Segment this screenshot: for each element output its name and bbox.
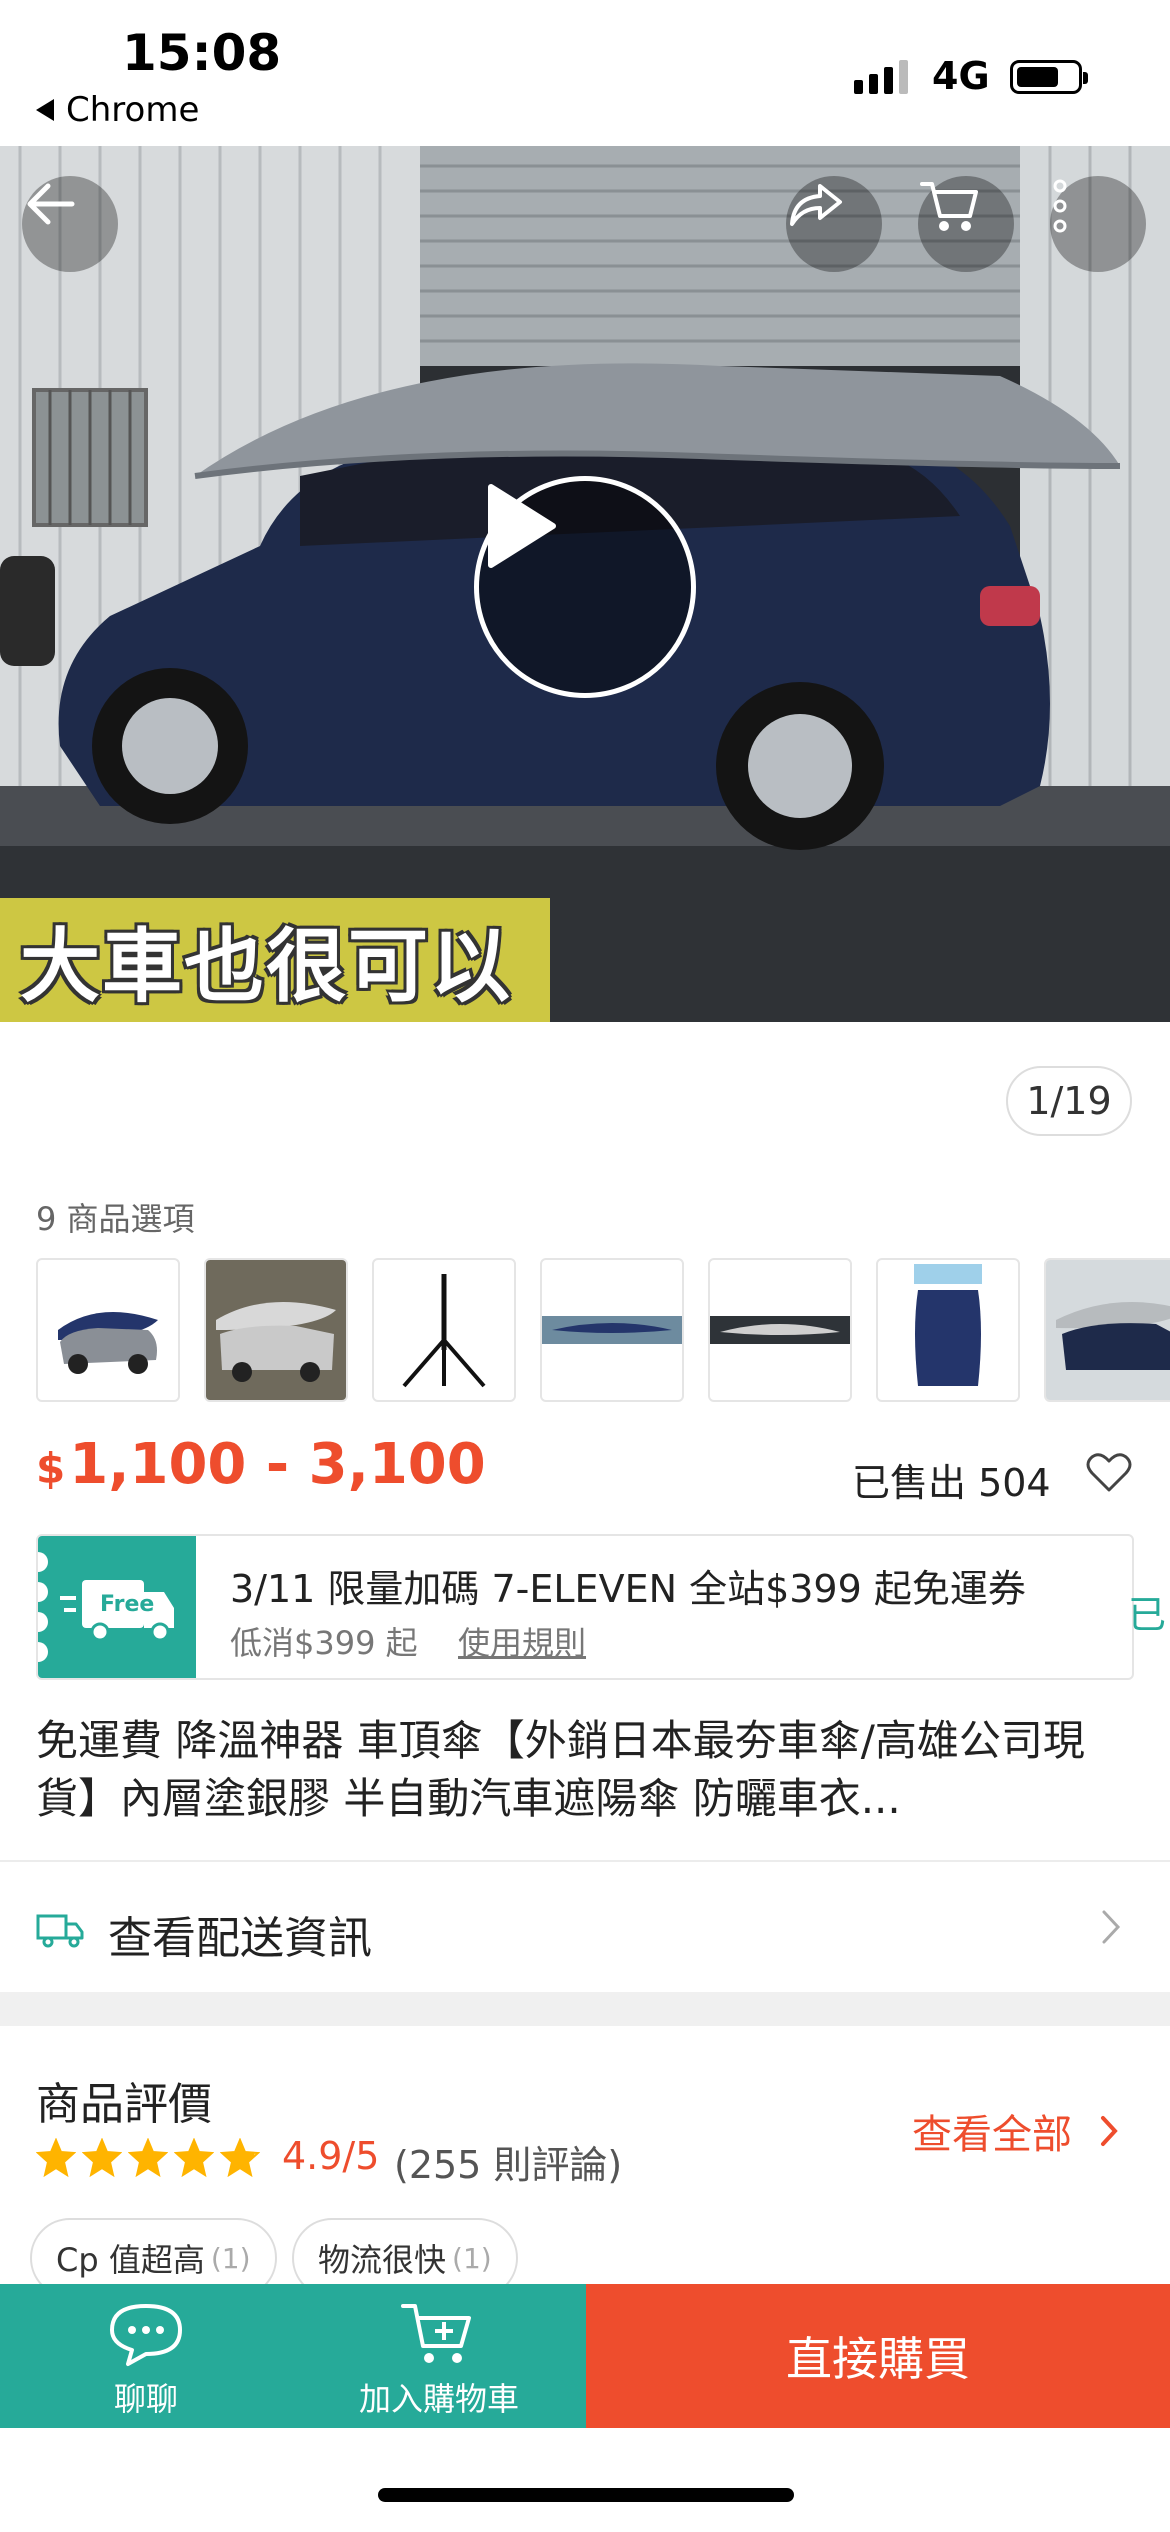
signal-icon — [854, 58, 908, 94]
star-icon — [82, 2138, 122, 2178]
price-range: $ 1,100 - 3,100 — [36, 1432, 486, 1497]
star-icon — [220, 2138, 260, 2178]
video-caption: 大車也很可以 — [0, 898, 550, 1022]
share-icon — [790, 184, 842, 226]
variant-image — [402, 1274, 486, 1388]
back-triangle-icon — [36, 99, 54, 121]
product-media[interactable]: 大車也很可以 — [0, 146, 1170, 1022]
voucher-badge: Free — [38, 1536, 196, 1678]
like-button[interactable] — [1086, 1452, 1132, 1498]
variant-image — [710, 1316, 850, 1344]
shipping-info-row[interactable]: 查看配送資訊 — [0, 1862, 1170, 1992]
variant-image — [542, 1316, 682, 1344]
add-to-cart-label: 加入購物車 — [358, 2380, 519, 2418]
caption-text: 大車也很可以 — [20, 920, 512, 1013]
chat-button[interactable]: 聊聊 — [0, 2284, 292, 2428]
see-all-reviews-link[interactable]: 查看全部 — [912, 2102, 1118, 2160]
status-time: 15:08 — [122, 24, 282, 82]
share-button[interactable] — [786, 176, 882, 272]
add-cart-icon — [401, 2304, 471, 2363]
review-tag-count: (1) — [452, 2241, 492, 2275]
review-tag-count: (1) — [210, 2241, 251, 2275]
variant-image — [1046, 1260, 1170, 1400]
shipping-info-label: 查看配送資訊 — [108, 1913, 372, 1964]
voucher-title: 3/11 限量加碼 7-ELEVEN 全站$399 起免運券 — [230, 1567, 1026, 1611]
back-to-app-link[interactable]: Chrome — [36, 90, 199, 130]
chat-label: 聊聊 — [113, 2380, 178, 2418]
add-to-cart-button[interactable]: 加入購物車 — [292, 2284, 586, 2428]
variant-image — [914, 1264, 982, 1386]
cart-button[interactable] — [918, 176, 1014, 272]
back-arrow-icon — [27, 183, 75, 225]
back-button[interactable] — [22, 176, 118, 272]
price-currency: $ — [36, 1444, 66, 1493]
rating-count: (255 則評論) — [394, 2143, 623, 2187]
section-separator — [0, 1992, 1170, 2026]
rating-score: 4.9/5 — [282, 2134, 380, 2178]
battery-icon — [1010, 60, 1088, 94]
ratings-title: 商品評價 — [36, 2079, 212, 2130]
voucher-badge-text: Free — [100, 1592, 155, 1617]
chevron-right-icon — [1101, 2116, 1118, 2146]
chevron-right-icon — [1102, 1910, 1121, 1944]
product-title: 免運費 降溫神器 車頂傘【外銷日本最夯車傘/高雄公司現貨】內層塗銀膠 半自動汽車… — [36, 1716, 1085, 1823]
status-bar: 15:08 Chrome 4G — [0, 0, 1170, 146]
variant-thumbnail[interactable] — [204, 1258, 348, 1402]
bottom-action-bar: 聊聊 加入購物車 直接購買 — [0, 2284, 1170, 2428]
variant-thumbnails — [36, 1258, 1170, 1402]
variant-thumbnail[interactable] — [876, 1258, 1020, 1402]
variant-image — [206, 1260, 346, 1400]
cart-icon — [920, 182, 978, 231]
voucher-rules-link[interactable]: 使用規則 — [458, 1618, 586, 1664]
variant-thumbnail[interactable] — [540, 1258, 684, 1402]
star-icon — [36, 2138, 76, 2178]
back-app-label: Chrome — [66, 90, 200, 130]
options-count-label: 9 商品選項 — [36, 1200, 195, 1238]
variant-thumbnail[interactable] — [36, 1258, 180, 1402]
review-tag-label: 物流很快 — [318, 2241, 447, 2279]
home-indicator[interactable] — [378, 2488, 794, 2502]
price-value: 1,100 - 3,100 — [69, 1432, 486, 1497]
heart-icon — [1086, 1453, 1132, 1492]
truck-icon — [36, 1914, 84, 1948]
variant-thumbnail[interactable] — [1044, 1258, 1170, 1402]
voucher-min-spend: 低消$399 起 — [230, 1624, 418, 1662]
see-all-label: 查看全部 — [912, 2112, 1072, 2158]
rating-stars — [36, 2138, 260, 2178]
network-type: 4G — [932, 54, 990, 98]
sold-count: 已售出 504 — [852, 1461, 1051, 1505]
buy-now-button[interactable]: 直接購買 — [586, 2284, 1170, 2428]
shipping-voucher[interactable]: Free 3/11 限量加碼 7-ELEVEN 全站$399 起免運券 低消$3… — [36, 1534, 1134, 1680]
chat-icon — [110, 2304, 182, 2366]
play-icon — [488, 484, 556, 568]
more-icon — [1053, 179, 1067, 233]
review-tag-label: Cp 值超高 — [56, 2241, 205, 2279]
variant-image — [58, 1312, 158, 1374]
play-video-button[interactable] — [474, 476, 696, 698]
star-icon — [128, 2138, 168, 2178]
voucher-overflow-text: 已 — [1128, 1593, 1167, 1637]
variant-thumbnail[interactable] — [372, 1258, 516, 1402]
star-icon — [174, 2138, 214, 2178]
more-options-button[interactable] — [1050, 176, 1146, 272]
image-counter: 1/19 — [1006, 1066, 1132, 1136]
variant-thumbnail[interactable] — [708, 1258, 852, 1402]
